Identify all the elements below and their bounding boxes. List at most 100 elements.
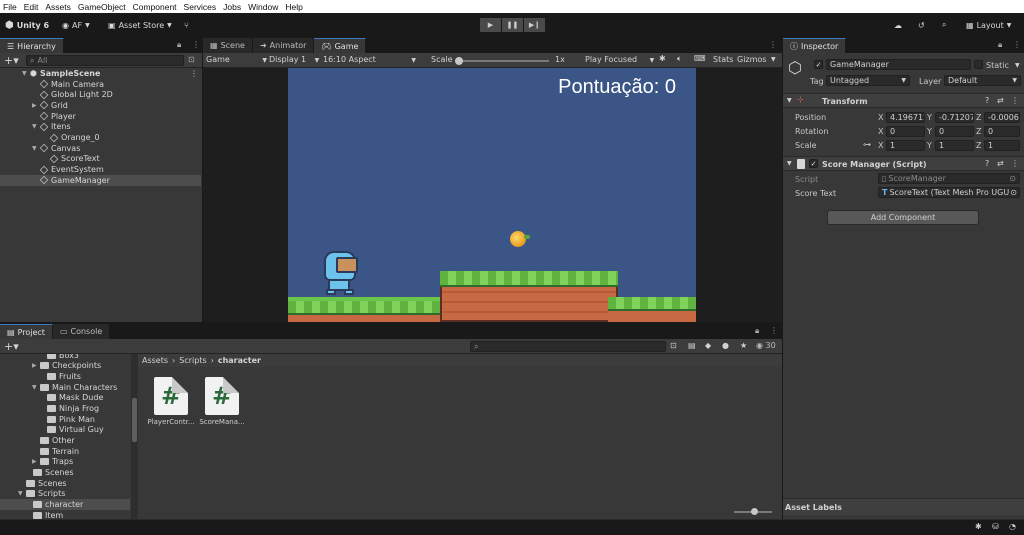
warning-icon[interactable]: ● <box>722 341 729 350</box>
lock-icon[interactable]: 🔒︎ <box>177 40 181 50</box>
tab-game[interactable]: 🎮︎ Game <box>314 38 367 53</box>
stats-button[interactable]: Stats <box>713 55 733 64</box>
project-folder-item[interactable]: ▶ Checkpoints <box>0 361 130 372</box>
menu-window[interactable]: Window <box>248 2 278 12</box>
target-icon[interactable]: ⊙ <box>1010 188 1017 197</box>
hierarchy-item[interactable]: Global Light 2D <box>0 89 201 100</box>
project-folder-item[interactable]: Terrain <box>0 446 130 457</box>
expand-arrow-icon[interactable]: ▶ <box>32 102 40 109</box>
breadcrumb-assets[interactable]: Assets <box>142 356 168 365</box>
axis-label-y[interactable]: Y <box>927 141 932 150</box>
hierarchy-search-input[interactable]: ⌕ All <box>26 55 184 66</box>
project-folder-item[interactable]: Virtual Guy <box>0 425 130 436</box>
project-folder-item[interactable]: Mask Dude <box>0 393 130 404</box>
score-text-field[interactable]: T ScoreText (Text Mesh Pro UGU ⊙ <box>878 187 1020 198</box>
project-folder-item[interactable]: ▼ Scripts <box>0 488 130 499</box>
project-folder-item[interactable]: ▶ Traps <box>0 457 130 468</box>
pause-button[interactable]: ❚❚ <box>502 18 523 32</box>
expand-arrow-icon[interactable]: ▼ <box>32 145 40 152</box>
tab-scene[interactable]: ▦ Scene <box>203 38 253 53</box>
audio-icon[interactable]: 🔈︎ <box>677 54 682 64</box>
axis-label-x[interactable]: X <box>878 127 883 136</box>
preset-icon[interactable]: ⇄ <box>997 159 1004 168</box>
hierarchy-item[interactable]: Player <box>0 111 201 122</box>
file-label[interactable]: PlayerContr... <box>146 418 196 426</box>
static-checkbox[interactable] <box>974 60 983 69</box>
play-button[interactable]: ▶ <box>480 18 501 32</box>
menu-file[interactable]: File <box>3 2 17 12</box>
project-folder-item[interactable]: ▼ Main Characters <box>0 382 130 393</box>
tab-animator[interactable]: ➜ Animator <box>252 38 315 53</box>
object-name-input[interactable]: GameManager <box>826 59 971 70</box>
aspect-dropdown[interactable]: 16:10 Aspect ▼ <box>323 55 416 64</box>
scale-z-field[interactable]: 1 <box>984 140 1020 151</box>
add-button[interactable]: +▾ <box>4 54 19 67</box>
add-button[interactable]: +▾ <box>4 340 19 353</box>
axis-label-x[interactable]: X <box>878 141 883 150</box>
hierarchy-item[interactable]: ▼ Itens <box>0 122 201 133</box>
chevron-down-icon[interactable]: ▼ <box>1015 62 1020 69</box>
menu-assets[interactable]: Assets <box>45 2 71 12</box>
menu-edit[interactable]: Edit <box>24 2 39 12</box>
active-checkbox[interactable]: ✓ <box>814 60 823 69</box>
rotation-y-field[interactable]: 0 <box>935 126 974 137</box>
tag-dropdown[interactable]: Untagged ▼ <box>826 75 910 86</box>
hierarchy-item[interactable]: ScoreText <box>0 154 201 165</box>
file-label[interactable]: ScoreMana... <box>197 418 247 426</box>
link-icon[interactable]: ⊶ <box>863 140 871 149</box>
tab-hierarchy[interactable]: ☰ Hierarchy <box>0 38 64 53</box>
version-control-button[interactable]: ⑂ <box>184 18 189 32</box>
more-icon[interactable]: ⋮ <box>190 69 198 78</box>
axis-label-z[interactable]: Z <box>976 127 981 136</box>
menu-services[interactable]: Services <box>184 2 217 12</box>
play-focused-dropdown[interactable]: Play Focused ▼ <box>585 55 654 64</box>
bug-icon[interactable]: ✱ <box>659 54 666 63</box>
project-folder-item[interactable]: character <box>0 499 130 510</box>
debug-icon[interactable]: ✱ <box>975 522 982 531</box>
label-icon[interactable]: ◆ <box>705 341 711 350</box>
project-folder-item[interactable]: Fruits <box>0 371 130 382</box>
hierarchy-item[interactable]: ▶ Grid <box>0 100 201 111</box>
more-icon[interactable]: ⋮ <box>1013 40 1021 49</box>
game-viewport[interactable]: Pontuação: 0 <box>288 68 696 322</box>
project-folder-item[interactable]: Pink Man <box>0 414 130 425</box>
help-icon[interactable]: ? <box>985 159 989 168</box>
expand-arrow-icon[interactable]: ▼ <box>18 490 26 497</box>
axis-label-x[interactable]: X <box>878 113 883 122</box>
lock-icon[interactable]: 🔒︎ <box>998 40 1002 50</box>
preset-icon[interactable]: ⇄ <box>997 96 1004 105</box>
project-folder-item[interactable]: Item <box>0 510 130 519</box>
expand-arrow-icon[interactable]: ▼ <box>787 97 792 104</box>
rotation-z-field[interactable]: 0 <box>984 126 1020 137</box>
keyboard-icon[interactable]: ⌨ <box>694 54 706 63</box>
expand-arrow-icon[interactable]: ▶ <box>32 458 40 465</box>
axis-label-y[interactable]: Y <box>927 113 932 122</box>
component-enabled-checkbox[interactable]: ✓ <box>809 159 818 168</box>
scene-row[interactable]: ▼ ⬢ SampleScene ⋮ <box>0 68 201 79</box>
progress-icon[interactable]: ◔ <box>1009 522 1016 531</box>
hierarchy-item[interactable]: ▼ Canvas <box>0 143 201 154</box>
project-search-input[interactable]: ⌕ <box>470 341 666 352</box>
chevron-down-icon[interactable]: ▼ <box>771 56 776 63</box>
gizmos-button[interactable]: Gizmos <box>737 55 766 64</box>
csharp-script-icon[interactable]: # <box>154 377 188 415</box>
score-manager-header[interactable]: ▼ ✓ Score Manager (Script) ? ⇄ ⋮ <box>783 156 1024 171</box>
game-mode-dropdown[interactable]: Game ▼ <box>206 55 267 64</box>
position-y-field[interactable]: -0.71207 <box>935 112 974 123</box>
hierarchy-item[interactable]: Main Camera <box>0 79 201 90</box>
more-icon[interactable]: ⋮ <box>769 40 777 49</box>
help-icon[interactable]: ? <box>985 96 989 105</box>
hierarchy-item[interactable]: GameManager <box>0 175 201 186</box>
hidden-packages-toggle[interactable]: ◉ 30 <box>756 341 776 350</box>
more-icon[interactable]: ⋮ <box>1011 96 1019 105</box>
more-icon[interactable]: ⋮ <box>1011 159 1019 168</box>
filter-icon[interactable]: ▤ <box>688 341 696 350</box>
axis-label-z[interactable]: Z <box>976 141 981 150</box>
project-folder-item[interactable]: Scenes <box>0 467 130 478</box>
menu-help[interactable]: Help <box>285 2 302 12</box>
project-folder-item[interactable]: Scenes <box>0 478 130 489</box>
cloud-button[interactable]: ☁ <box>894 18 902 32</box>
position-x-field[interactable]: 4.196712 <box>886 112 925 123</box>
display-dropdown[interactable]: Display 1 ▼ <box>269 55 319 64</box>
project-folder-item[interactable]: Other <box>0 435 130 446</box>
